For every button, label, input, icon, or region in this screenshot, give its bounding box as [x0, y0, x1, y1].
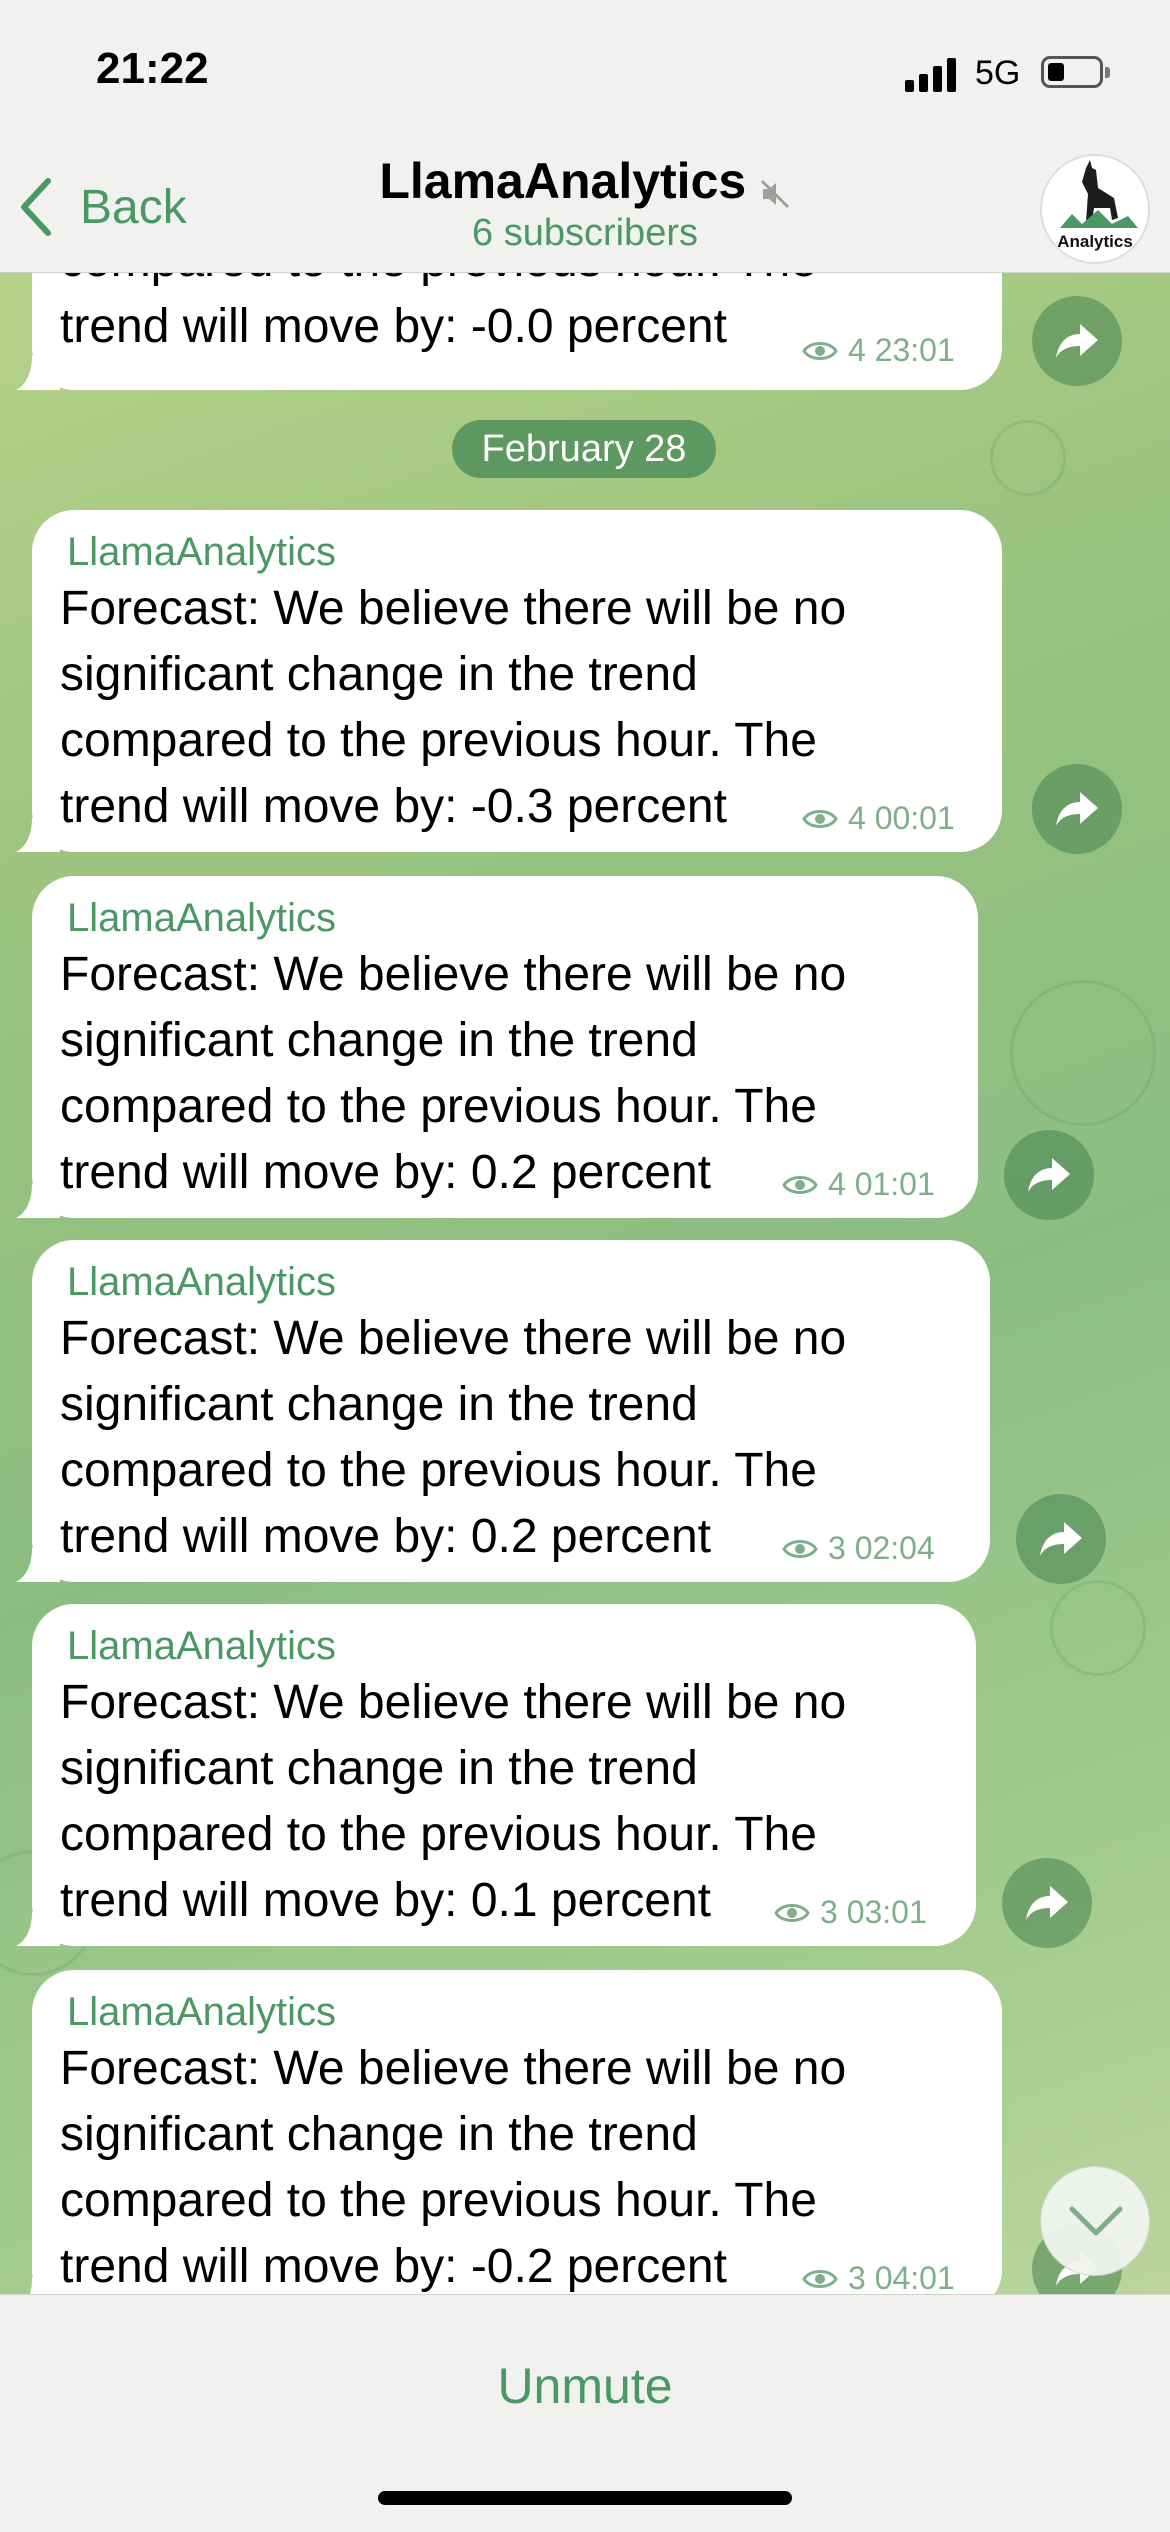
message-time: 04:01: [874, 2260, 955, 2296]
channel-avatar[interactable]: Analytics: [1040, 154, 1150, 264]
eye-icon: [802, 809, 838, 828]
date-separator: February 28: [452, 420, 716, 478]
message-bubble: LlamaAnalytics Forecast: We believe ther…: [16, 1240, 990, 1582]
eye-icon: [782, 1539, 818, 1558]
message-bubble: LlamaAnalytics Forecast: We believe ther…: [16, 1970, 1002, 2312]
message-text: Forecast: We believe there will be no si…: [60, 1676, 847, 1927]
signal-icon: [905, 58, 959, 92]
bubble-tail: [16, 1548, 60, 1582]
network-label: 5G: [975, 54, 1021, 92]
view-count: 4: [828, 1166, 846, 1202]
scroll-to-bottom-button[interactable]: [1040, 2166, 1150, 2276]
subscriber-count: 6 subscribers: [472, 212, 698, 254]
bubble-tail: [16, 1912, 60, 1946]
message-time: 23:01: [874, 332, 955, 368]
chevron-down-icon: [1069, 2206, 1123, 2236]
message-author[interactable]: LlamaAnalytics: [67, 1260, 336, 1305]
wallpaper-doodle: [1050, 1580, 1146, 1676]
forward-button[interactable]: [1002, 1858, 1092, 1948]
bottom-bar: Unmute: [0, 2294, 1170, 2532]
battery-icon: [1041, 56, 1110, 88]
wallpaper-doodle: [990, 420, 1066, 496]
message-meta: 4 01:01: [782, 1166, 935, 1203]
message-time: 02:04: [854, 1530, 935, 1566]
message-meta: 3 04:01: [802, 2260, 955, 2297]
message-author[interactable]: LlamaAnalytics: [67, 1990, 336, 2035]
view-count: 4: [848, 332, 866, 368]
bubble-tail: [16, 1184, 60, 1218]
view-count: 3: [828, 1530, 846, 1566]
bubble-tail: [16, 818, 60, 852]
message-text: Forecast: We believe there will be no si…: [60, 582, 847, 833]
bubble-tail: [16, 356, 60, 390]
message-author[interactable]: LlamaAnalytics: [67, 530, 336, 575]
llama-logo-icon: [1060, 160, 1138, 228]
status-time: 21:22: [96, 44, 209, 93]
view-count: 4: [848, 800, 866, 836]
message-time: 01:01: [854, 1166, 935, 1202]
share-arrow-icon: [1028, 1158, 1070, 1192]
message-meta: 4 00:01: [802, 800, 955, 837]
channel-title[interactable]: LlamaAnalytics: [0, 152, 1170, 210]
share-arrow-icon: [1040, 1522, 1082, 1556]
message-bubble: LlamaAnalytics Forecast: We believe ther…: [16, 1604, 976, 1946]
message-bubble: LlamaAnalytics Forecast: We believe ther…: [16, 510, 1002, 852]
message-text: Forecast: We believe there will be no si…: [60, 2042, 847, 2293]
eye-icon: [774, 1903, 810, 1922]
message-author[interactable]: LlamaAnalytics: [67, 1624, 336, 1669]
avatar-caption: Analytics: [1057, 232, 1133, 251]
chat-screen: compared to the previous hour. The trend…: [0, 0, 1170, 2532]
message-time: 03:01: [846, 1894, 927, 1930]
forward-button[interactable]: [1016, 1494, 1106, 1584]
home-indicator[interactable]: [378, 2491, 792, 2505]
view-count: 3: [820, 1894, 838, 1930]
chat-header: 21:22 5G Back LlamaAnalytics 6 subscribe…: [0, 0, 1170, 273]
message-text: Forecast: We believe there will be no si…: [60, 1312, 847, 1563]
forward-button[interactable]: [1004, 1130, 1094, 1220]
message-author[interactable]: LlamaAnalytics: [67, 896, 336, 941]
forward-button[interactable]: [1032, 764, 1122, 854]
view-count: 3: [848, 2260, 866, 2296]
message-text: Forecast: We believe there will be no si…: [60, 948, 847, 1199]
message-meta: 3 03:01: [774, 1894, 927, 1931]
share-arrow-icon: [1026, 1886, 1068, 1920]
message-meta: 3 02:04: [782, 1530, 935, 1567]
share-arrow-icon: [1056, 792, 1098, 826]
unmute-button[interactable]: Unmute: [0, 2357, 1170, 2415]
eye-icon: [802, 341, 838, 360]
muted-speaker-icon: [760, 179, 789, 208]
message-meta: 4 23:01: [802, 332, 955, 369]
eye-icon: [802, 2269, 838, 2288]
forward-button[interactable]: [1032, 296, 1122, 386]
message-time: 00:01: [874, 800, 955, 836]
eye-icon: [782, 1175, 818, 1194]
share-arrow-icon: [1056, 324, 1098, 358]
wallpaper-doodle: [1010, 980, 1156, 1126]
message-bubble: LlamaAnalytics Forecast: We believe ther…: [16, 876, 978, 1218]
channel-name: LlamaAnalytics: [379, 153, 747, 209]
